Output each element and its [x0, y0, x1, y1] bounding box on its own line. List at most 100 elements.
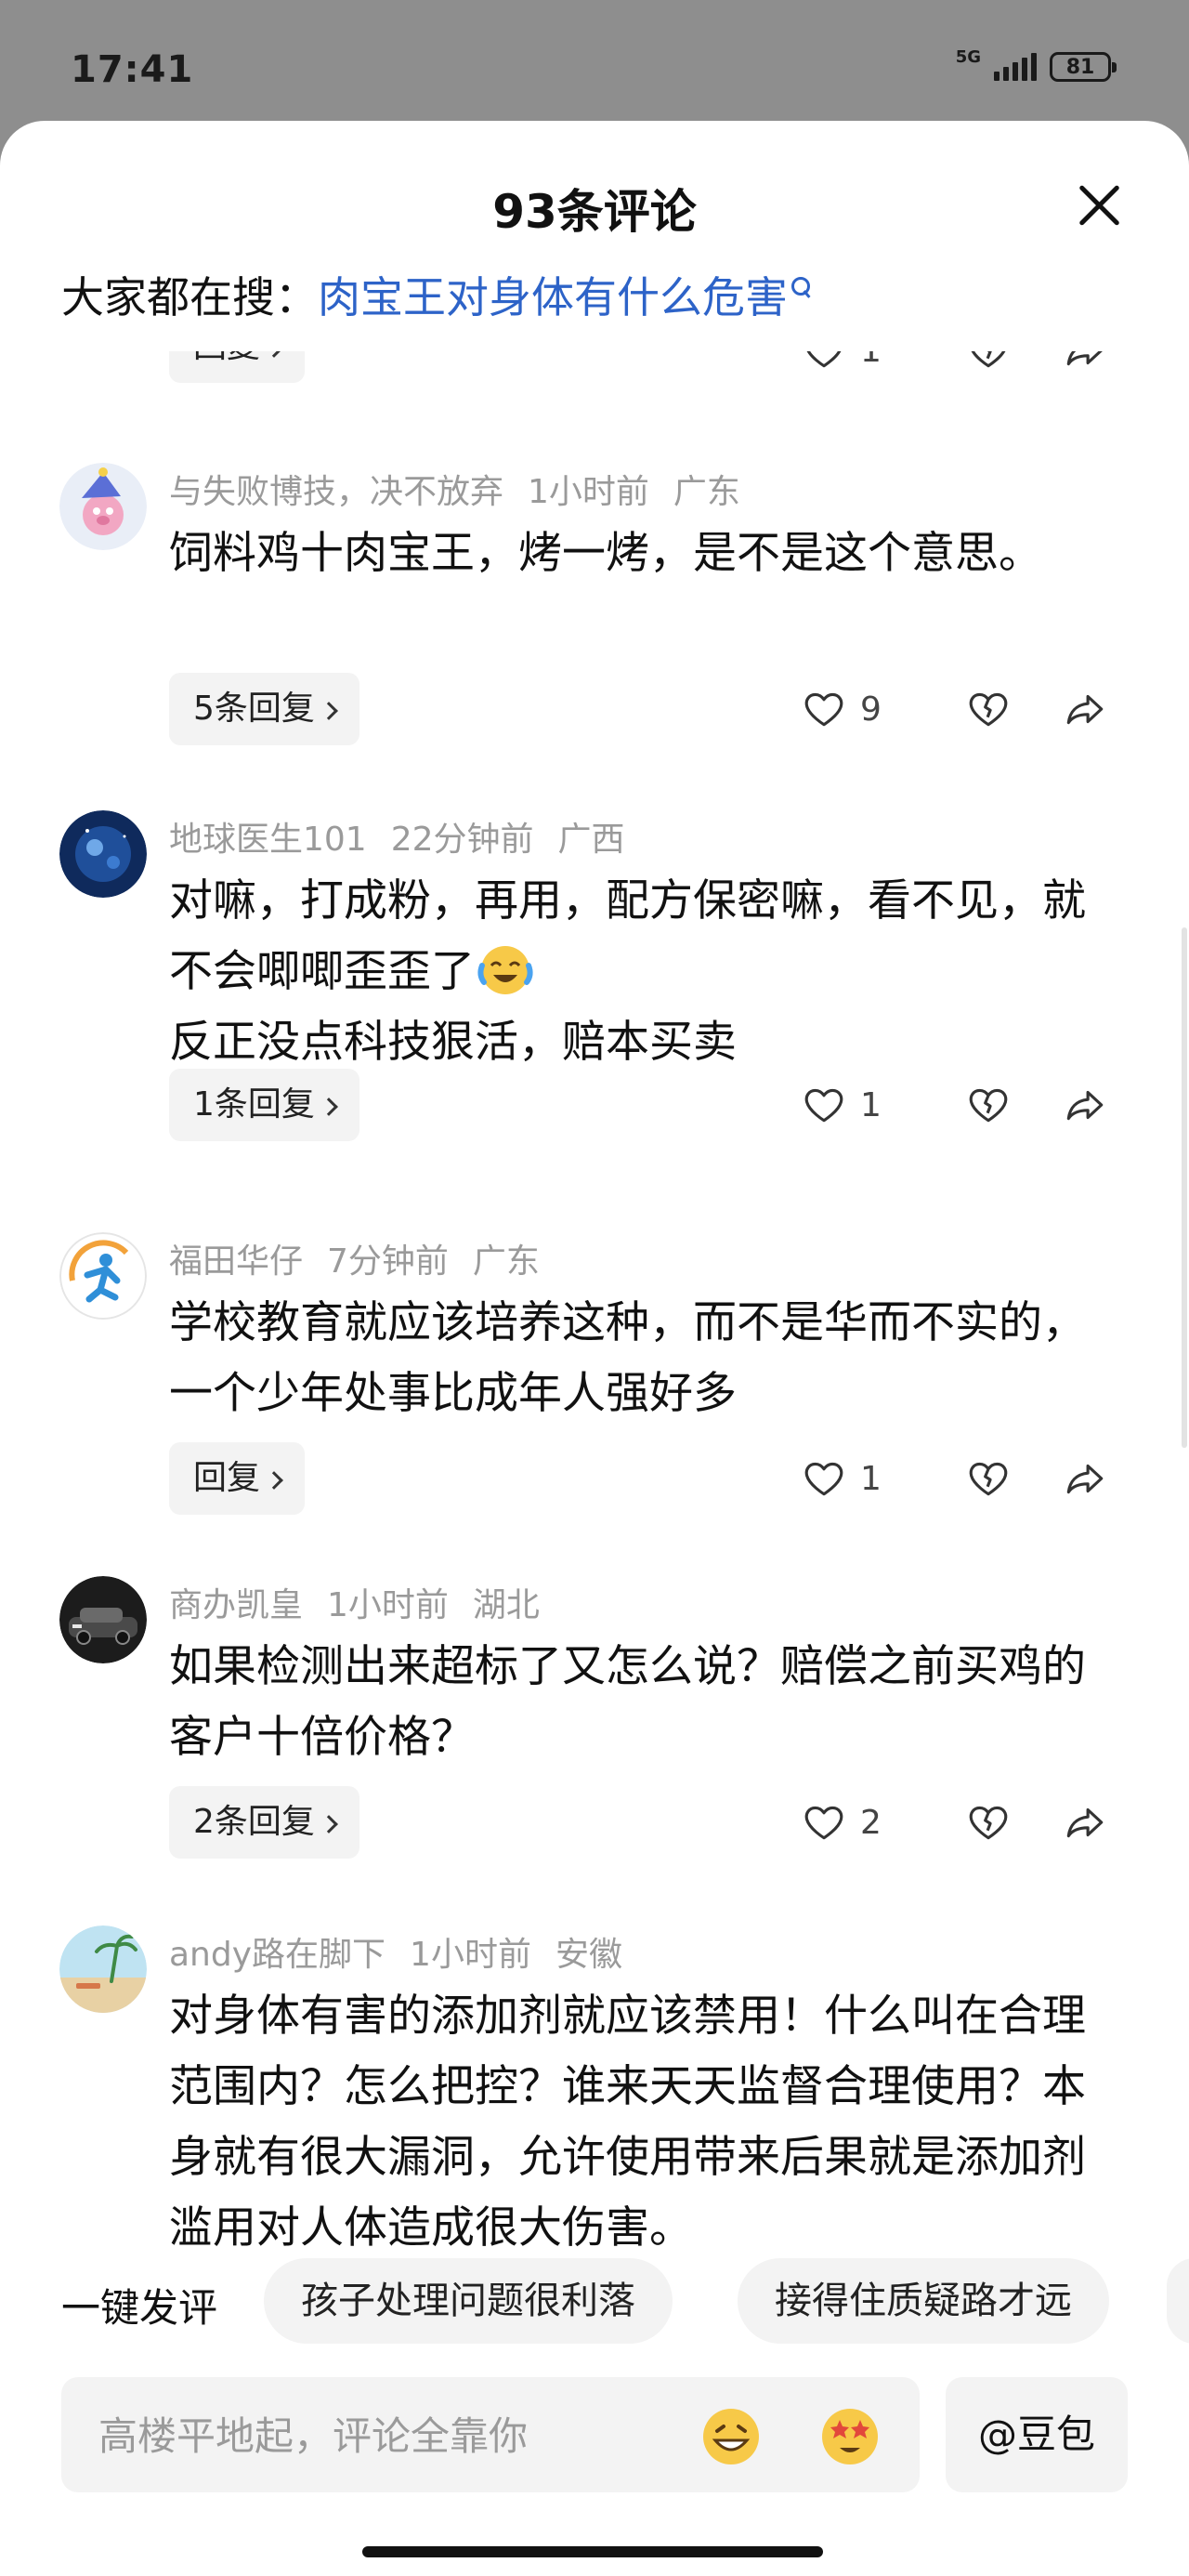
comment-meta: 与失败博技，决不放弃 1小时前 广东 [169, 465, 764, 513]
avatar[interactable] [59, 1576, 147, 1663]
battery-icon: 81 [1050, 52, 1117, 82]
comment-text: 对身体有害的添加剂就应该禁用！什么叫在合理范围内？怎么把控？谁来天天监督合理使用… [169, 1991, 1086, 2254]
comment-location: 广东 [472, 1242, 540, 1281]
dislike-button[interactable] [940, 1082, 1037, 1128]
chevron-right-icon [265, 1471, 283, 1490]
like-button[interactable]: 1 [801, 351, 940, 374]
quick-comment-chip-overflow[interactable] [1167, 2258, 1189, 2344]
heart-icon [804, 1462, 843, 1496]
broken-heart-icon [969, 1806, 1008, 1840]
reply-button[interactable]: 回复 [169, 1442, 306, 1515]
comment-text: 学校教育就应该培养这种，而不是华而不实的，一个少年处事比成年人强好多 [169, 1297, 1086, 1419]
doubao-mention-button[interactable]: @豆包 [946, 2377, 1128, 2492]
reply-button[interactable]: 回复 [169, 351, 306, 383]
comment-time: 22分钟前 [390, 821, 534, 859]
close-icon[interactable] [1076, 182, 1122, 229]
avatar[interactable] [59, 1232, 147, 1320]
broken-heart-icon [969, 1088, 1008, 1123]
comment-username[interactable]: 与失败博技，决不放弃 [169, 473, 503, 511]
network-type: 5G [955, 47, 981, 67]
comment-actions: 1 [801, 351, 1133, 387]
share-button[interactable] [1037, 686, 1133, 732]
like-count: 9 [860, 690, 882, 729]
comment-meta: 地球医生101 22分钟前 广西 [169, 812, 649, 861]
comment-text: 对嘛，打成粉，再用，配方保密嘛，看不见，就不会唧唧歪歪了 反正没点科技狠活，赔本… [169, 866, 1107, 1078]
comment-time: 1小时前 [410, 1936, 531, 1974]
trending-search-label: 大家都在搜： [61, 272, 318, 322]
signal-icon [994, 53, 1037, 81]
avatar[interactable] [59, 810, 147, 898]
like-button[interactable]: 1 [801, 1082, 940, 1128]
dislike-button[interactable] [940, 686, 1037, 732]
trending-search-link[interactable]: 肉宝王对身体有什么危害 [318, 272, 788, 322]
broken-heart-icon [971, 351, 1006, 368]
comment-username[interactable]: 商办凯皇 [169, 1586, 303, 1624]
dislike-button[interactable] [940, 351, 1037, 374]
comment-input[interactable]: 高楼平地起，评论全靠你 [61, 2377, 920, 2492]
heart-icon [804, 692, 843, 727]
share-icon [1066, 694, 1104, 725]
comment-username[interactable]: andy路在脚下 [169, 1936, 385, 1974]
grin-emoji-icon[interactable] [699, 2403, 764, 2468]
comment-time: 7分钟前 [327, 1242, 449, 1281]
comment-list[interactable]: 回复 1 与失败博技，决不放弃1小时前广东 [0, 351, 1189, 2379]
search-icon[interactable] [790, 273, 814, 305]
share-button[interactable] [1037, 1455, 1133, 1502]
comment-location: 湖北 [472, 1586, 540, 1624]
quick-comment-chip[interactable]: 孩子处理问题很利落 [264, 2258, 673, 2344]
reply-label: 5条回复 [193, 690, 315, 728]
comment-text: 如果检测出来超标了又怎么说？赔偿之前买鸡的客户十倍价格？ [169, 1641, 1086, 1763]
broken-heart-icon [969, 692, 1008, 727]
star-eyes-emoji-icon[interactable] [817, 2403, 882, 2468]
scrollbar[interactable] [1182, 927, 1187, 1448]
reply-label: 回复 [193, 351, 260, 365]
like-count: 2 [860, 1803, 882, 1842]
comment-location: 广东 [673, 473, 740, 511]
sheet-header: 93条评论 [0, 121, 1189, 239]
share-icon [1066, 1464, 1104, 1494]
like-count: 1 [860, 351, 882, 370]
comment-actions: 1 [801, 1069, 1133, 1141]
comment-meta: 商办凯皇 1小时前 湖北 [169, 1578, 564, 1626]
dislike-button[interactable] [940, 1455, 1037, 1502]
like-count: 1 [860, 1459, 882, 1498]
like-button[interactable]: 2 [801, 1799, 940, 1846]
comment-username[interactable]: 地球医生101 [169, 821, 367, 859]
reply-label: 1条回复 [193, 1085, 315, 1124]
comments-count-title: 93条评论 [492, 185, 697, 239]
comment-location: 安徽 [555, 1936, 622, 1974]
like-count: 1 [860, 1085, 882, 1124]
laughing-crying-emoji-icon [477, 946, 533, 994]
chevron-right-icon [320, 702, 338, 720]
home-indicator[interactable] [362, 2546, 823, 2557]
reply-button[interactable]: 2条回复 [169, 1786, 359, 1859]
share-button[interactable] [1037, 1799, 1133, 1846]
share-icon [1066, 1090, 1104, 1121]
chevron-right-icon [320, 1815, 338, 1833]
comment-text: 饲料鸡十肉宝王，烤一烤，是不是这个意思。 [169, 528, 1042, 579]
comment-actions: 9 [801, 673, 1133, 745]
dislike-button[interactable] [940, 1799, 1037, 1846]
reply-button[interactable]: 1条回复 [169, 1069, 359, 1141]
comment-username[interactable]: 福田华仔 [169, 1242, 303, 1281]
avatar[interactable] [59, 463, 147, 550]
like-button[interactable]: 9 [801, 686, 940, 732]
status-bar: 17:41 5G 81 [0, 0, 1189, 121]
heart-icon [804, 1806, 843, 1840]
share-icon [1066, 351, 1103, 366]
comments-sheet: 93条评论 大家都在搜：肉宝王对身体有什么危害 回复 1 [0, 121, 1189, 2576]
comment-location: 广西 [557, 821, 625, 859]
comment-actions: 2 [801, 1786, 1133, 1859]
reply-button[interactable]: 5条回复 [169, 673, 359, 745]
avatar[interactable] [59, 1925, 147, 2013]
share-button[interactable] [1037, 351, 1133, 374]
like-button[interactable]: 1 [801, 1455, 940, 1502]
quick-comment-row: 一键发评 孩子处理问题很利落 接得住质疑路才远 [0, 2258, 1189, 2347]
share-button[interactable] [1037, 1082, 1133, 1128]
comment-meta: andy路在脚下 1小时前 安徽 [169, 1927, 647, 1976]
quick-comment-chip[interactable]: 接得住质疑路才远 [738, 2258, 1109, 2344]
status-time: 17:41 [71, 48, 194, 91]
comment-time: 1小时前 [327, 1586, 449, 1624]
share-icon [1066, 1807, 1104, 1838]
status-icons: 5G 81 [955, 47, 1117, 82]
